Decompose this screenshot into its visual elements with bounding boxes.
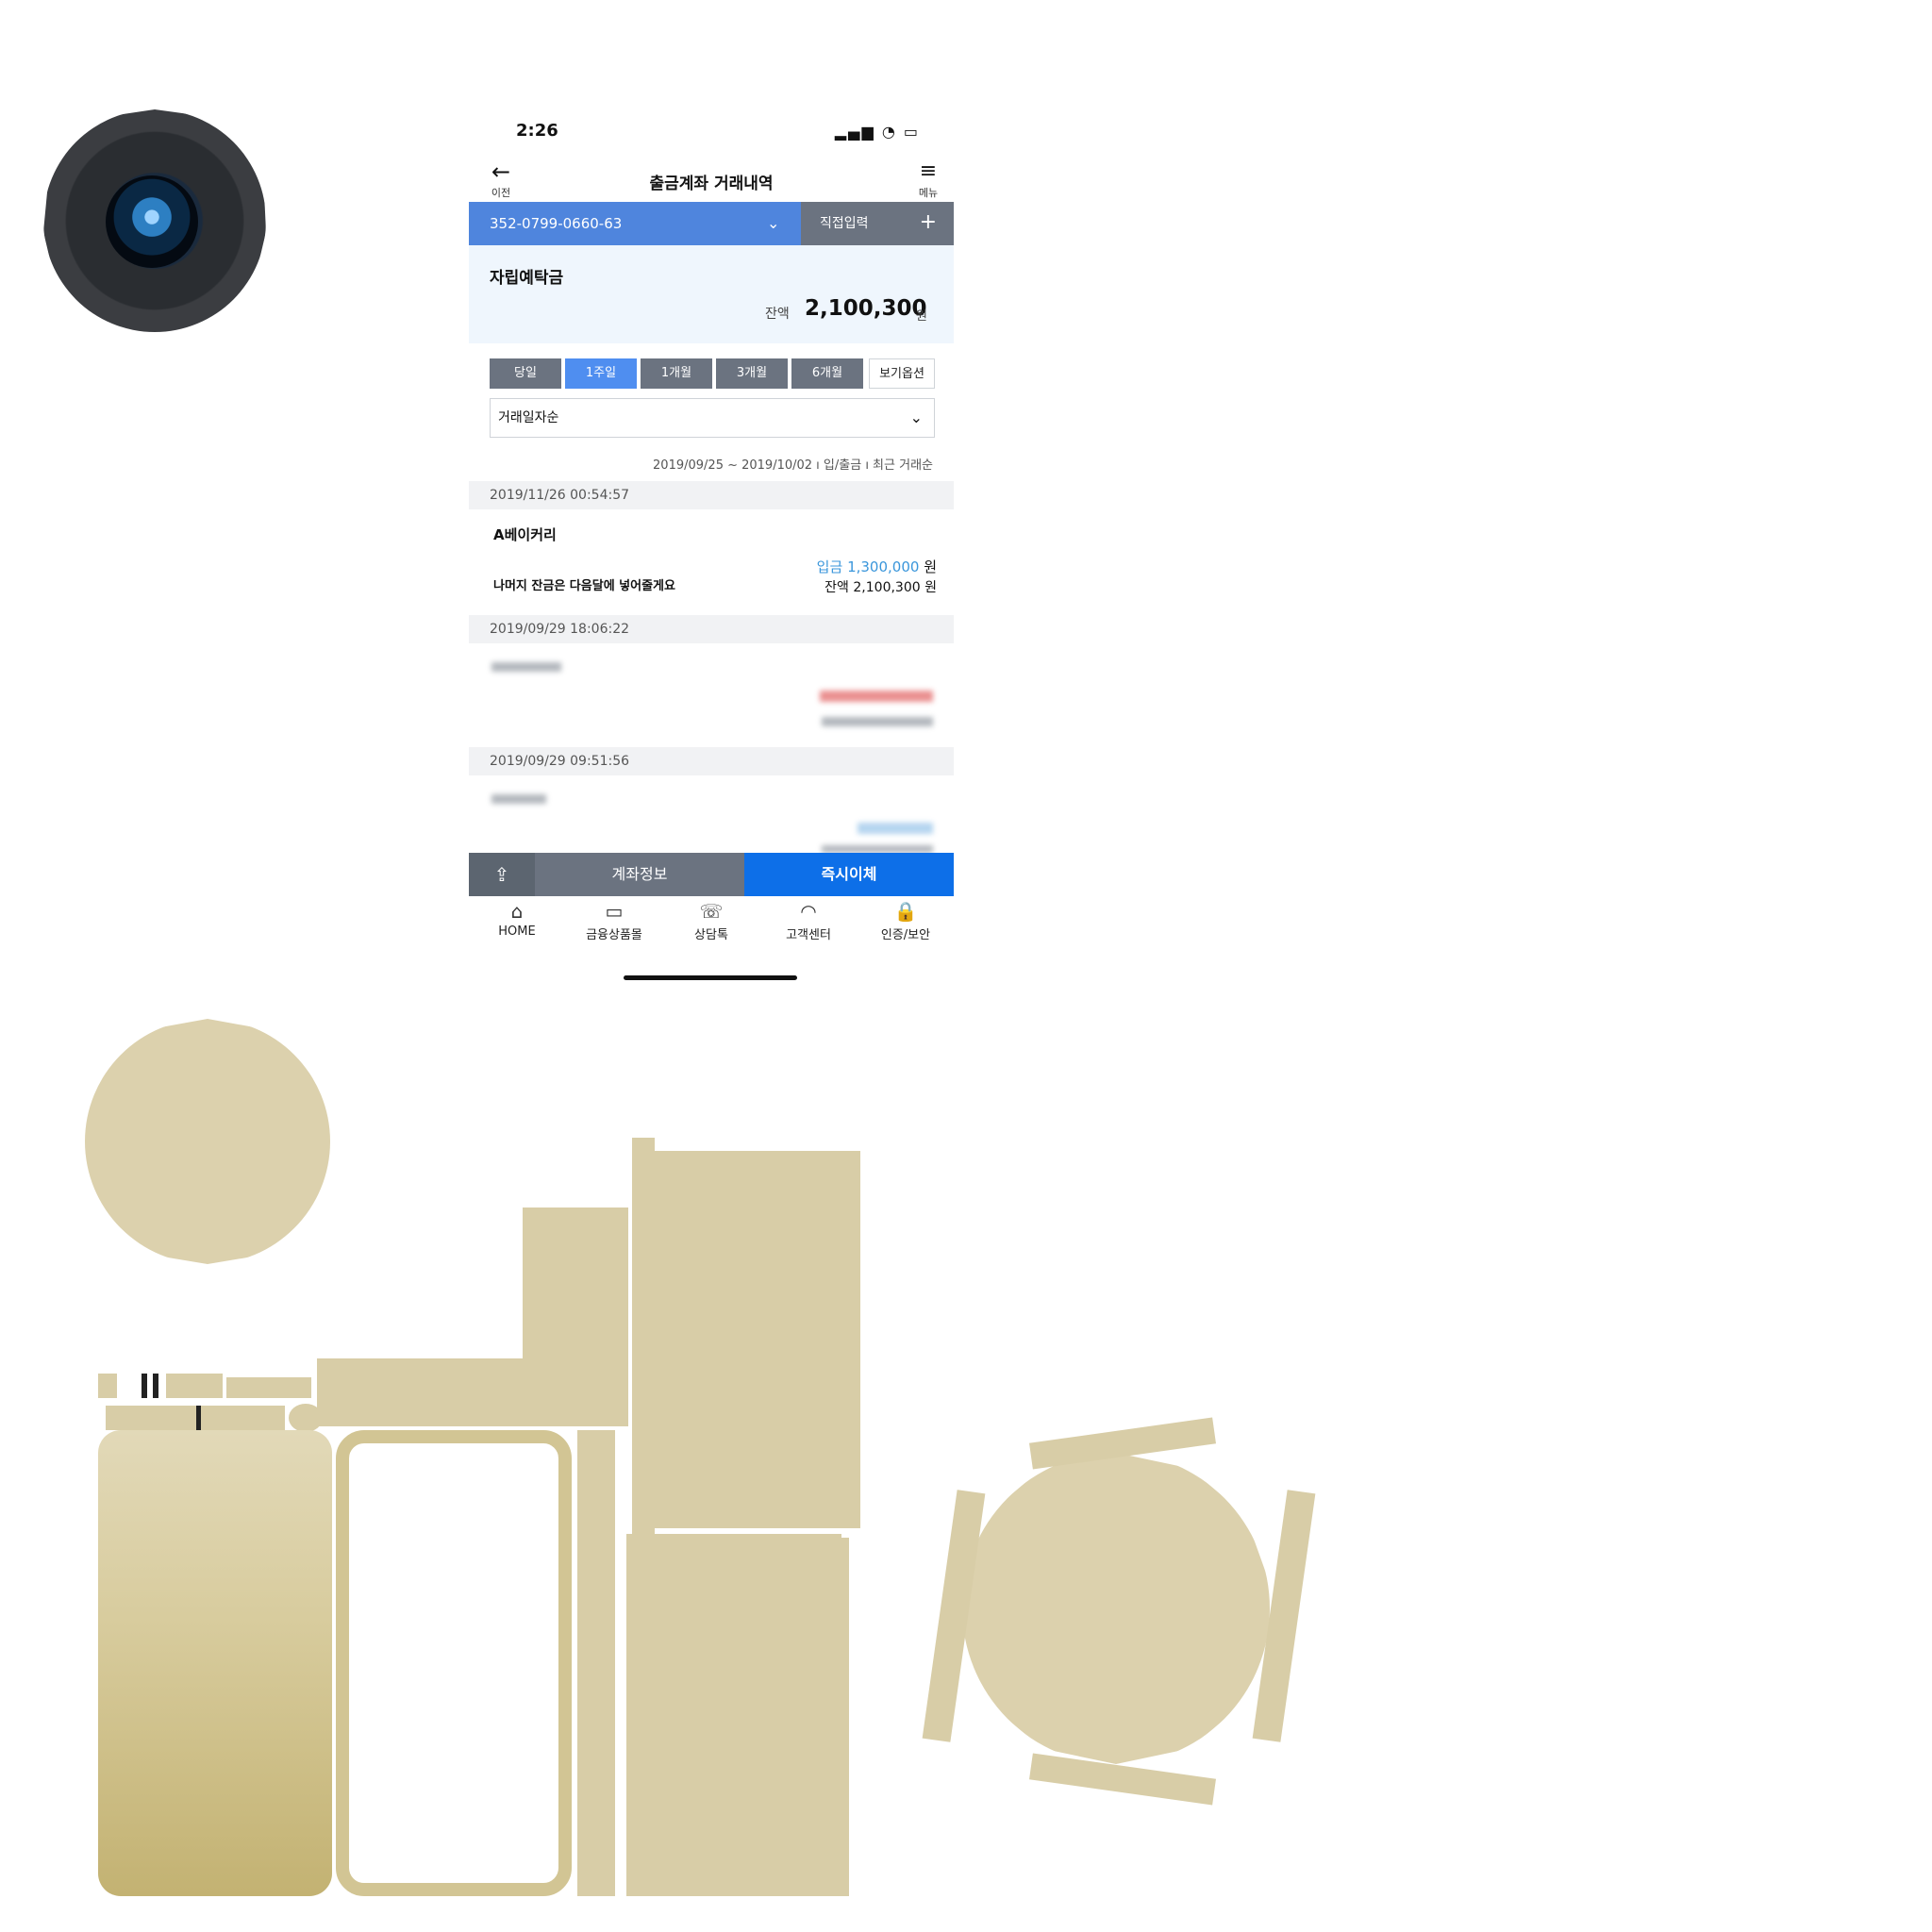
period-today-button[interactable]: 당일 xyxy=(490,358,561,389)
balance-summary: 자립예탁금 잔액 2,100,300 원 xyxy=(469,245,954,343)
shopping-bag-icon: ▭ xyxy=(605,900,624,923)
filter-info: 2019/09/25 ~ 2019/10/02 ı 입/출금 ı 최근 거래순 xyxy=(653,458,933,473)
gold-back-panel-texture xyxy=(98,1430,332,1896)
tab-bar: ⌂ HOME ▭ 금융상품몰 ☏ 상담톡 ◠ 고객센터 🔒 인증/보안 xyxy=(469,898,954,955)
account-number: 352-0799-0660-63 xyxy=(490,215,623,232)
texture-part xyxy=(655,1151,860,1528)
blurred-amount xyxy=(858,823,933,834)
texture-part xyxy=(226,1377,311,1398)
gold-frame-texture xyxy=(336,1430,572,1896)
period-selector: 당일 1주일 1개월 3개월 6개월 보기옵션 xyxy=(490,358,935,389)
tab-label: 상담톡 xyxy=(694,928,728,942)
tab-chat[interactable]: ☏ 상담톡 xyxy=(663,898,759,942)
lock-icon: 🔒 xyxy=(893,900,918,923)
texture-part xyxy=(196,1406,201,1430)
headset-icon: ◠ xyxy=(800,900,817,923)
deposit-label: 입금 xyxy=(816,558,843,575)
transaction-date: 2019/11/26 00:54:57 xyxy=(469,481,954,509)
tx-balance-label: 잔액 xyxy=(824,580,849,595)
tab-security[interactable]: 🔒 인증/보안 xyxy=(858,898,954,942)
balance-label: 잔액 xyxy=(765,307,790,322)
signal-wifi-battery-icon: ▂▄▆ ◔ ▭ xyxy=(834,123,920,141)
period-1week-button[interactable]: 1주일 xyxy=(565,358,637,389)
menu-icon[interactable]: ≡ xyxy=(914,158,942,185)
gold-round-texture xyxy=(962,1453,1270,1764)
texture-part xyxy=(841,1538,849,1896)
tab-customer-center[interactable]: ◠ 고객센터 xyxy=(760,898,857,942)
texture-part xyxy=(166,1374,223,1398)
texture-part xyxy=(106,1406,285,1430)
transaction-date: 2019/09/29 09:51:56 xyxy=(469,747,954,775)
chat-icon: ☏ xyxy=(699,900,724,923)
blurred-name xyxy=(491,662,561,672)
home-indicator xyxy=(624,975,797,980)
transaction-balance: 잔액 2,100,300 원 xyxy=(824,577,937,596)
deposit-amount: 1,300,000 xyxy=(847,558,920,575)
blurred-name xyxy=(491,794,546,804)
sort-select[interactable]: 거래일자순 ⌄ xyxy=(490,398,935,438)
blurred-balance xyxy=(822,717,933,726)
texture-part xyxy=(626,1534,841,1896)
sort-value: 거래일자순 xyxy=(498,410,559,425)
tx-balance-value: 2,100,300 xyxy=(853,580,921,595)
tab-home[interactable]: ⌂ HOME xyxy=(469,898,565,939)
product-name: 자립예탁금 xyxy=(490,269,564,288)
texture-part xyxy=(153,1374,158,1398)
tab-label: 고객센터 xyxy=(786,928,831,942)
blurred-amount xyxy=(820,691,933,702)
texture-part xyxy=(523,1208,628,1426)
share-icon[interactable]: ⇪ xyxy=(469,853,535,896)
balance-unit: 원 xyxy=(916,309,927,324)
tab-financial-mall[interactable]: ▭ 금융상품몰 xyxy=(566,898,662,942)
transaction-date: 2019/09/29 18:06:22 xyxy=(469,615,954,643)
instant-transfer-button[interactable]: 즉시이체 xyxy=(744,853,954,896)
phone-screen: 2:26 ▂▄▆ ◔ ▭ ← 이전 출금계좌 거래내역 ≡ 메뉴 352-079… xyxy=(469,109,954,996)
plus-icon: + xyxy=(919,210,937,234)
period-6month-button[interactable]: 6개월 xyxy=(791,358,863,389)
view-options-button[interactable]: 보기옵션 xyxy=(869,358,935,389)
page-title: 출금계좌 거래내역 xyxy=(649,175,774,193)
texture-part xyxy=(632,1138,655,1534)
tab-label: 인증/보안 xyxy=(880,928,931,942)
chevron-down-icon: ⌄ xyxy=(909,408,923,426)
home-icon: ⌂ xyxy=(510,900,524,923)
texture-part xyxy=(577,1430,615,1896)
direct-input-label: 직접입력 xyxy=(820,216,869,231)
tx-balance-unit: 원 xyxy=(924,580,937,595)
account-info-button[interactable]: 계좌정보 xyxy=(535,853,744,896)
tab-label: HOME xyxy=(498,924,536,939)
chevron-down-icon[interactable]: ⌄ xyxy=(767,202,779,245)
direct-input-button[interactable]: 직접입력 + xyxy=(801,202,954,245)
menu-label[interactable]: 메뉴 xyxy=(912,185,944,200)
balance-value: 2,100,300 xyxy=(805,296,927,321)
transaction-memo: 나머지 잔금은 다음달에 넣어줄게요 xyxy=(493,579,675,593)
account-select[interactable]: 352-0799-0660-63 xyxy=(469,202,801,245)
transaction-amount: 입금 1,300,000 원 xyxy=(817,557,937,576)
transaction-name: A베이커리 xyxy=(493,526,557,543)
blurred-balance xyxy=(822,845,933,853)
amount-unit: 원 xyxy=(924,558,937,575)
texture-part xyxy=(142,1374,147,1398)
camera-lens-glass xyxy=(106,175,198,268)
action-bar: ⇪ 계좌정보 즉시이체 xyxy=(469,853,954,896)
status-time: 2:26 xyxy=(516,121,558,141)
gold-disc-texture xyxy=(85,1019,330,1264)
period-1month-button[interactable]: 1개월 xyxy=(641,358,712,389)
status-bar: 2:26 ▂▄▆ ◔ ▭ xyxy=(469,109,954,155)
period-3month-button[interactable]: 3개월 xyxy=(716,358,788,389)
tab-label: 금융상품몰 xyxy=(586,928,642,942)
texture-part xyxy=(317,1358,525,1426)
account-bar: 352-0799-0660-63 ⌄ 직접입력 + xyxy=(469,202,954,245)
texture-part xyxy=(98,1374,117,1398)
